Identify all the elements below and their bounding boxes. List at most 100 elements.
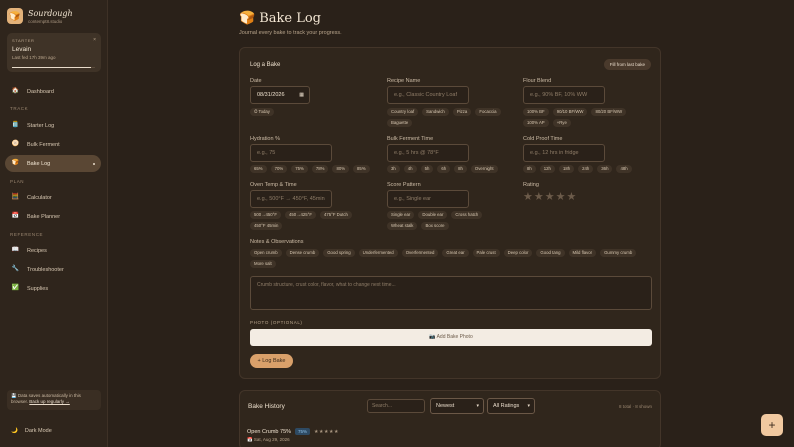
cold-chips: 8h 12h 18h 24h 36h 48h — [523, 165, 653, 173]
oven-input[interactable]: e.g., 500°F → 450°F, 45min — [250, 190, 332, 208]
today-chip[interactable]: ⏱ Today — [250, 108, 274, 116]
backup-link[interactable]: Back up regularly → — [29, 399, 70, 404]
sidebar-item-supplies[interactable]: ✅ Supplies — [5, 280, 101, 297]
fill-from-last-button[interactable]: Fill from last bake — [603, 59, 651, 70]
bulk-chip[interactable]: 8h — [454, 165, 467, 173]
notes-chip[interactable]: Underfermented — [358, 249, 398, 257]
dark-mode-toggle[interactable]: 🌙 Dark Mode — [5, 423, 101, 439]
sidebar-item-bulk-ferment[interactable]: 🫓 Bulk Ferment — [5, 136, 101, 153]
notes-chip[interactable]: Open crumb — [250, 249, 282, 257]
recipe-chip[interactable]: Country loaf — [387, 108, 419, 116]
recipe-chip[interactable]: Baguette — [387, 119, 413, 127]
score-chip[interactable]: Wheat stalk — [387, 222, 418, 230]
notes-chip[interactable]: Deep color — [503, 249, 533, 257]
recipe-chip[interactable]: Focaccia — [475, 108, 501, 116]
bulk-chip[interactable]: 3h — [387, 165, 400, 173]
flour-chip[interactable]: +Rye — [552, 119, 571, 127]
hydration-input[interactable]: e.g., 75 — [250, 144, 332, 162]
score-chip[interactable]: Box score — [421, 222, 449, 230]
notes-chip[interactable]: Good spring — [323, 249, 355, 257]
hydration-chip[interactable]: 65% — [250, 165, 267, 173]
notes-chip[interactable]: Mild flavor — [568, 249, 597, 257]
nav-section-reference: REFERENCE — [10, 232, 44, 237]
flour-chip[interactable]: 100% BF — [523, 108, 549, 116]
oven-chip[interactable]: 500→450°F — [250, 211, 281, 219]
sidebar-item-bake-log[interactable]: 🍞 Bake Log — [5, 155, 101, 172]
oven-chips: 500→450°F 450→425°F 475°F Dutch 450°F 45… — [250, 211, 375, 230]
rating-filter-select[interactable]: All Ratings ▾ — [487, 398, 535, 414]
brand-sub: contempt8.studio — [28, 18, 63, 24]
flour-chip[interactable]: 100% AP — [523, 119, 549, 127]
history-title: Bake History — [248, 403, 285, 410]
hydration-chip[interactable]: 80% — [332, 165, 350, 173]
flour-chip[interactable]: 90/10 BF/WW — [552, 108, 588, 116]
oven-chip[interactable]: 450→425°F — [284, 211, 316, 219]
recipe-chip[interactable]: Pizza — [452, 108, 472, 116]
bulk-chip[interactable]: Overnight — [470, 165, 498, 173]
oven-chip[interactable]: 475°F Dutch — [319, 211, 352, 219]
starter-last-fed: Last fed 17h 39m ago — [12, 55, 56, 60]
book-icon: 📖 — [11, 247, 20, 253]
cold-chip[interactable]: 8h — [523, 165, 536, 173]
cold-chip[interactable]: 48h — [616, 165, 632, 173]
log-bake-button[interactable]: + Log Bake — [250, 354, 293, 368]
bulk-chip[interactable]: 6h — [437, 165, 451, 173]
sidebar-item-bake-planner[interactable]: 📅 Bake Planner — [5, 208, 101, 225]
cold-chip[interactable]: 24h — [578, 165, 594, 173]
cold-chip[interactable]: 18h — [558, 165, 575, 173]
notes-textarea[interactable]: Crumb structure, crust color, flavor, wh… — [250, 276, 652, 310]
add-fab-button[interactable]: + — [761, 414, 783, 436]
oven-chip[interactable]: 450°F 45min — [250, 222, 283, 230]
notes-chip[interactable]: Pale crust — [472, 249, 500, 257]
history-entry[interactable]: Open Crumb 75% 75% ★★★★★ — [247, 428, 339, 435]
cold-chip[interactable]: 36h — [597, 165, 613, 173]
score-chip[interactable]: Cross hatch — [451, 211, 483, 219]
notes-chip[interactable]: Dense crumb — [285, 249, 320, 257]
rating-stars[interactable]: ★★★★★ — [523, 190, 577, 203]
bulk-chip[interactable]: 4h — [403, 165, 417, 173]
close-icon[interactable]: × — [93, 37, 96, 43]
date-input[interactable]: 08/31/2026 ▦ — [250, 86, 310, 104]
sidebar-item-label: Bulk Ferment — [27, 141, 60, 148]
nav-section-track: TRACK — [10, 106, 29, 111]
brand[interactable]: 🍞 Sourdough contempt8.studio — [7, 8, 73, 24]
cold-chip[interactable]: 12h — [539, 165, 555, 173]
date-value: 08/31/2026 — [257, 92, 285, 98]
hydration-chip[interactable]: 75% — [291, 165, 308, 173]
starter-card[interactable]: STARTER × Levain Last fed 17h 39m ago — [7, 33, 101, 72]
flour-input[interactable]: e.g., 90% BF, 10% WW — [523, 86, 605, 104]
notes-chips: Open crumb Dense crumb Good spring Under… — [250, 249, 655, 268]
recipe-chip[interactable]: Sandwich — [422, 108, 449, 116]
bulk-chip[interactable]: 5h — [420, 165, 434, 173]
notes-chip[interactable]: Great ear — [442, 249, 469, 257]
recipe-input[interactable]: e.g., Classic Country Loaf — [387, 86, 469, 104]
hydration-chip[interactable]: 70% — [270, 165, 288, 173]
calendar-icon[interactable]: ▦ — [299, 92, 304, 98]
sidebar-item-recipes[interactable]: 📖 Recipes — [5, 242, 101, 259]
add-photo-button[interactable]: 📷 Add Bake Photo — [250, 329, 652, 346]
starter-progress-fill — [12, 67, 91, 68]
hydration-chip[interactable]: 85% — [353, 165, 370, 173]
notes-chip[interactable]: More salt — [250, 260, 276, 268]
score-chip[interactable]: Double ear — [418, 211, 448, 219]
bulk-input[interactable]: e.g., 5 hrs @ 78°F — [387, 144, 469, 162]
dark-mode-label: Dark Mode — [24, 428, 52, 434]
hydration-chip[interactable]: 78% — [311, 165, 329, 173]
sidebar-item-starter-log[interactable]: 🫙 Starter Log — [5, 117, 101, 134]
notes-chip[interactable]: Gummy crumb — [600, 249, 637, 257]
bread-icon: 🍞 — [7, 8, 23, 24]
score-chip[interactable]: Single ear — [387, 211, 415, 219]
sidebar-item-troubleshooter[interactable]: 🔧 Troubleshooter — [5, 261, 101, 278]
sidebar-item-calculator[interactable]: 🧮 Calculator — [5, 189, 101, 206]
flour-chip[interactable]: 80/20 BF/WW — [591, 108, 627, 116]
starter-name: Levain — [12, 46, 32, 53]
history-search-input[interactable]: Search... — [367, 399, 425, 413]
sort-select[interactable]: Newest ▾ — [430, 398, 484, 414]
sidebar-item-dashboard[interactable]: 🏠 Dashboard — [5, 83, 101, 100]
notes-chip[interactable]: Good tang — [536, 249, 565, 257]
cold-input[interactable]: e.g., 12 hrs in fridge — [523, 144, 605, 162]
notes-chip[interactable]: Overfermented — [401, 249, 439, 257]
calculator-icon: 🧮 — [11, 194, 20, 200]
score-input[interactable]: e.g., Single ear — [387, 190, 469, 208]
page-subtitle: Journal every bake to track your progres… — [239, 30, 342, 36]
